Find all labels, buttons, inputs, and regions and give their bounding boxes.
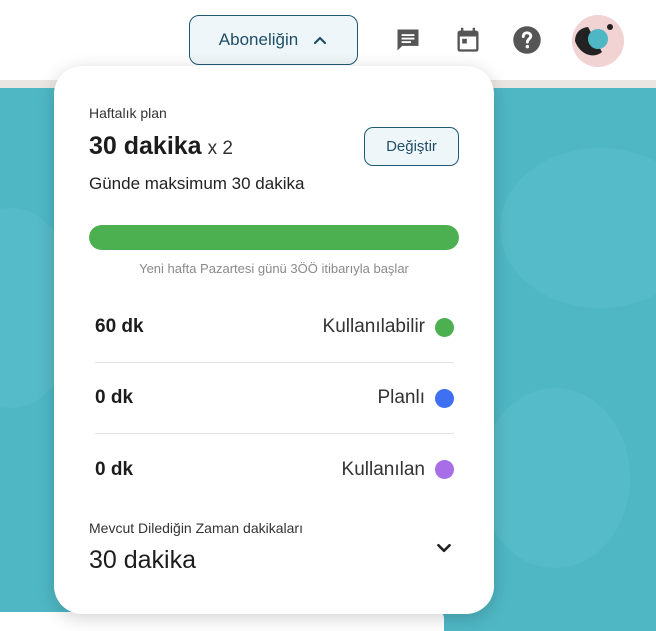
weekly-plan-multiplier: x 2	[207, 138, 233, 159]
stat-row-planned: 0 dk Planlı	[95, 363, 454, 434]
stat-label: Kullanılabilir	[322, 316, 425, 337]
stat-label: Planlı	[377, 387, 425, 408]
daily-maximum-text: Günde maksimum 30 dakika	[89, 174, 305, 193]
status-dot-green	[435, 317, 454, 337]
stat-row-available: 60 dk Kullanılabilir	[95, 292, 454, 363]
status-dot-blue	[435, 388, 454, 408]
week-reset-note: Yeni hafta Pazartesi günü 3ÖÖ itibarıyla…	[139, 261, 409, 276]
anytime-minutes-value: 30 dakika	[89, 546, 197, 574]
weekly-plan-label: Haftalık plan	[89, 105, 167, 121]
chat-icon[interactable]	[393, 25, 423, 55]
usage-progress-fill	[89, 225, 459, 250]
stat-label: Kullanılan	[341, 458, 425, 480]
subscription-button[interactable]: Aboneliğin	[189, 15, 358, 65]
stat-row-used: 0 dk Kullanılan	[95, 434, 454, 505]
subscription-label: Aboneliğin	[218, 30, 299, 49]
chevron-up-icon	[314, 36, 327, 45]
chevron-down-icon[interactable]	[430, 534, 458, 562]
stat-amount: 0 dk	[95, 387, 134, 408]
help-icon[interactable]	[512, 25, 542, 55]
avatar[interactable]	[572, 15, 624, 67]
stat-amount: 60 dk	[95, 316, 144, 337]
weekly-plan-value: 30 dakika	[89, 132, 202, 160]
stat-amount: 0 dk	[95, 458, 134, 480]
status-dot-purple	[435, 460, 454, 479]
weekly-plan-value-group: 30 dakika x 2	[89, 132, 233, 161]
change-plan-button[interactable]: Değiştir	[364, 127, 459, 166]
calendar-icon[interactable]	[453, 25, 483, 55]
anytime-minutes-label: Mevcut Dilediğin Zaman dakikaları	[89, 520, 303, 536]
usage-progress-bar	[89, 225, 459, 250]
subscription-popover: Haftalık plan 30 dakika x 2 Değiştir Gün…	[54, 66, 494, 614]
bottom-panel-edge	[0, 612, 444, 631]
